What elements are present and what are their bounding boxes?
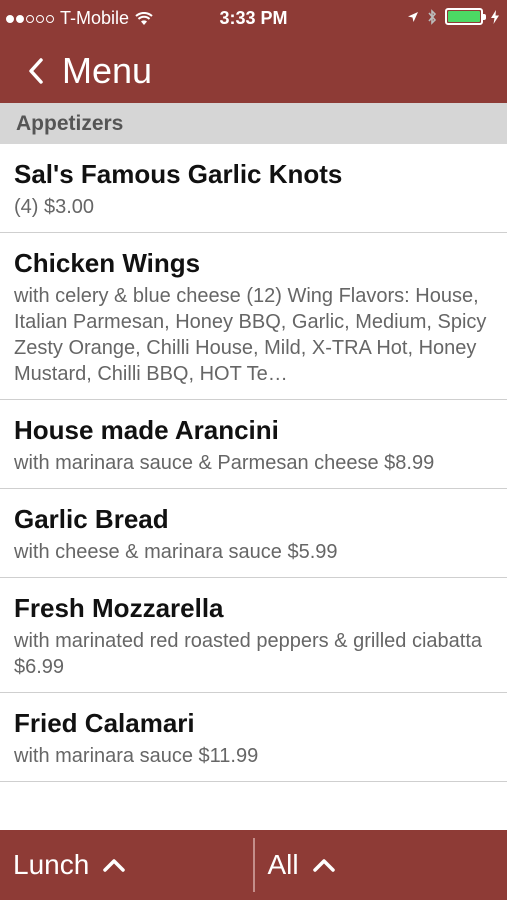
meal-selector-label: Lunch — [13, 849, 90, 880]
charging-bolt-icon — [491, 9, 499, 24]
chevron-left-icon — [29, 57, 43, 84]
menu-item-description: with celery & blue cheese (12) Wing Flav… — [14, 285, 487, 385]
navigation-bar: Menu — [0, 38, 507, 103]
chevron-up-icon — [312, 859, 335, 872]
status-bar: T-Mobile 3:33 PM — [0, 0, 507, 38]
section-header: Appetizers — [0, 103, 507, 144]
chevron-up-icon — [103, 859, 126, 872]
battery-icon — [445, 8, 486, 25]
menu-item-description: (4) $3.00 — [14, 196, 95, 218]
menu-item-description: with marinated red roasted peppers & gri… — [14, 630, 483, 678]
menu-item[interactable]: Sal's Famous Garlic Knots (4) $3.00 — [0, 144, 507, 233]
menu-item[interactable]: Garlic Bread with cheese & marinara sauc… — [0, 489, 507, 578]
menu-item-description: with marinara sauce & Parmesan cheese $8… — [14, 452, 435, 474]
menu-item-name: Fresh Mozzarella — [14, 593, 224, 623]
menu-item-name: House made Arancini — [14, 415, 279, 445]
menu-list[interactable]: Sal's Famous Garlic Knots (4) $3.00 Chic… — [0, 144, 507, 830]
meal-selector-button[interactable]: Lunch — [0, 830, 253, 900]
menu-item-description: with cheese & marinara sauce $5.99 — [14, 541, 338, 563]
menu-item-description: with marinara sauce $11.99 — [14, 745, 259, 767]
bottom-toolbar: Lunch All — [0, 830, 507, 900]
menu-item-name: Chicken Wings — [14, 248, 201, 278]
menu-item-name: Fried Calamari — [14, 708, 195, 738]
location-arrow-icon — [408, 11, 418, 22]
menu-item[interactable]: Fried Calamari with marinara sauce $11.9… — [0, 693, 507, 782]
back-button[interactable]: Menu — [26, 50, 152, 92]
menu-item-name: Sal's Famous Garlic Knots — [14, 159, 343, 189]
menu-item-name: Garlic Bread — [14, 504, 169, 534]
menu-item[interactable]: Chicken Wings with celery & blue cheese … — [0, 233, 507, 400]
filter-selector-label: All — [267, 849, 299, 880]
bluetooth-icon — [428, 8, 437, 25]
filter-selector-button[interactable]: All — [255, 830, 507, 900]
menu-item[interactable]: House made Arancini with marinara sauce … — [0, 400, 507, 489]
back-button-label: Menu — [62, 49, 153, 91]
menu-item[interactable]: Fresh Mozzarella with marinated red roas… — [0, 578, 507, 693]
